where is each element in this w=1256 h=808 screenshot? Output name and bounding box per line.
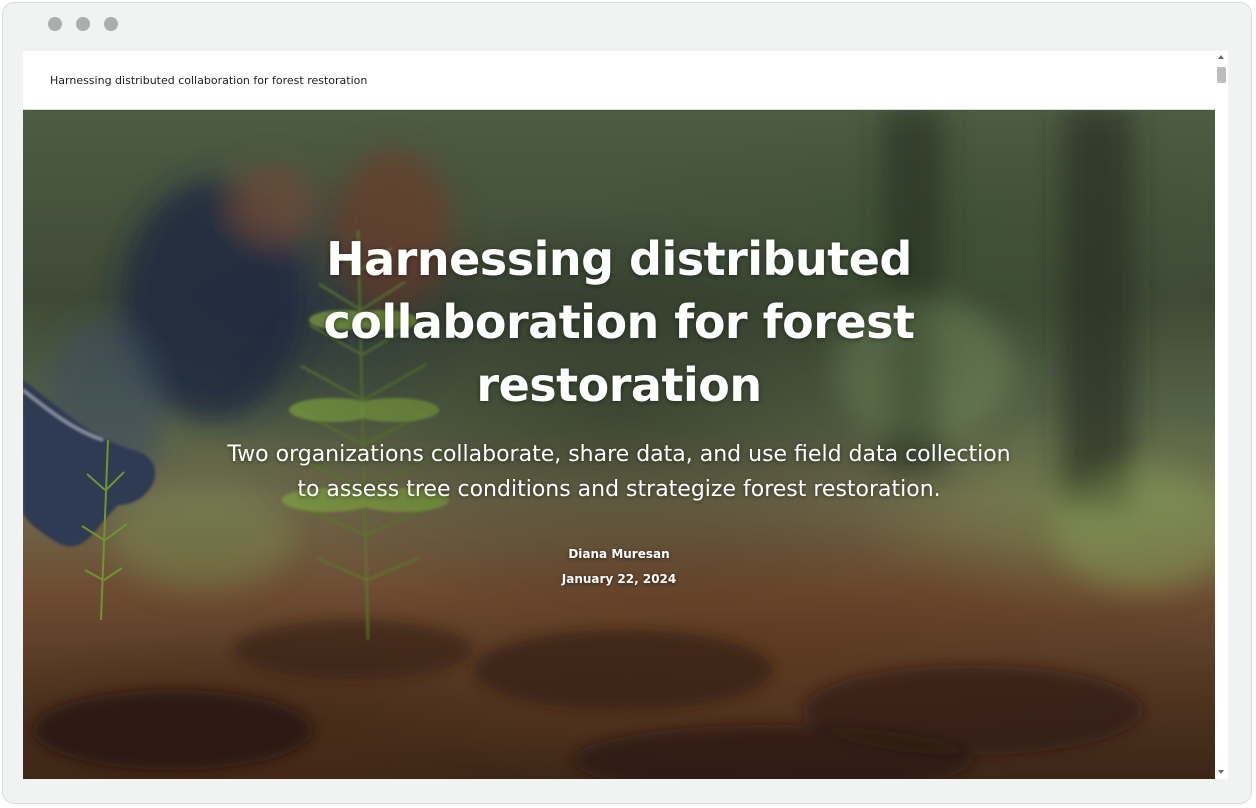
window-dot-icon[interactable] [48, 17, 62, 31]
scroll-down-arrow-icon[interactable] [1218, 770, 1224, 774]
vertical-scrollbar[interactable] [1215, 51, 1228, 779]
byline-author: Diana Muresan [568, 547, 670, 561]
window-controls [48, 17, 118, 31]
story-header: Harnessing distributed collaboration for… [23, 51, 1215, 110]
window-dot-icon[interactable] [76, 17, 90, 31]
scrollbar-thumb[interactable] [1217, 67, 1226, 83]
byline-date: January 22, 2024 [561, 572, 677, 586]
story-frame: Harnessing distributed collaboration for… [23, 51, 1215, 779]
scroll-up-arrow-icon[interactable] [1218, 55, 1224, 59]
hero-cover: Harnessing distributed collaboration for… [23, 110, 1215, 779]
window-dot-icon[interactable] [104, 17, 118, 31]
header-title[interactable]: Harnessing distributed collaboration for… [50, 74, 367, 87]
story-subtitle: Two organizations collaborate, share dat… [227, 442, 1011, 502]
story-title: Harnessing distributed collaboration for… [323, 232, 915, 412]
